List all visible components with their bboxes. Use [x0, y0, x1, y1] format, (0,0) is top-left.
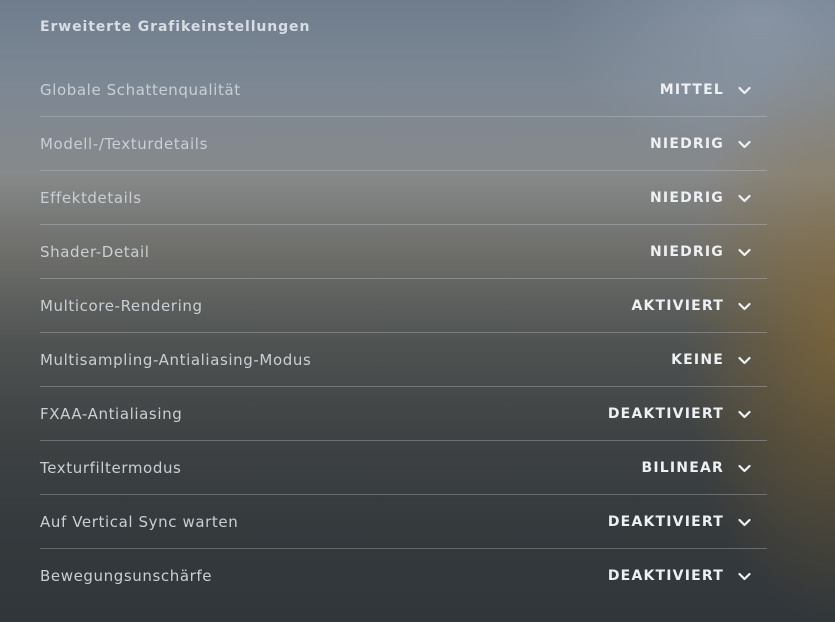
setting-label: Effektdetails [40, 189, 142, 207]
setting-label: Bewegungsunschärfe [40, 567, 213, 585]
setting-label: Shader-Detail [40, 243, 150, 261]
setting-row-model-texture-detail: Modell-/Texturdetails NIEDRIG [40, 117, 767, 171]
setting-label: Globale Schattenqualität [40, 81, 241, 99]
setting-row-fxaa: FXAA-Antialiasing DEAKTIVIERT [40, 387, 767, 441]
chevron-down-icon [738, 518, 751, 527]
setting-value: AKTIVIERT [631, 298, 724, 314]
setting-dropdown-msaa-mode[interactable]: KEINE [671, 345, 751, 375]
settings-list: Globale Schattenqualität MITTEL Modell-/… [40, 63, 767, 602]
setting-dropdown-texture-filter-mode[interactable]: BILINEAR [641, 453, 751, 483]
setting-label: Modell-/Texturdetails [40, 135, 208, 153]
setting-row-global-shadow-quality: Globale Schattenqualität MITTEL [40, 63, 767, 117]
setting-value: DEAKTIVIERT [607, 406, 724, 422]
setting-row-vertical-sync: Auf Vertical Sync warten DEAKTIVIERT [40, 495, 767, 549]
setting-dropdown-fxaa[interactable]: DEAKTIVIERT [608, 399, 751, 429]
setting-value: NIEDRIG [650, 190, 724, 206]
setting-dropdown-multicore-rendering[interactable]: AKTIVIERT [631, 291, 751, 321]
setting-value: DEAKTIVIERT [607, 514, 724, 530]
setting-row-effect-detail: Effektdetails NIEDRIG [40, 171, 767, 225]
setting-dropdown-vertical-sync[interactable]: DEAKTIVIERT [608, 507, 751, 537]
chevron-down-icon [738, 410, 751, 419]
chevron-down-icon [738, 302, 751, 311]
section-title: Erweiterte Grafikeinstellungen [40, 19, 311, 35]
chevron-down-icon [738, 140, 751, 149]
chevron-down-icon [738, 572, 751, 581]
setting-label: Multisampling-Antialiasing-Modus [40, 351, 312, 369]
setting-value: MITTEL [659, 82, 724, 98]
setting-value: DEAKTIVIERT [607, 568, 724, 584]
setting-value: NIEDRIG [650, 136, 724, 152]
setting-label: Auf Vertical Sync warten [40, 513, 239, 531]
setting-row-texture-filter-mode: Texturfiltermodus BILINEAR [40, 441, 767, 495]
setting-row-motion-blur: Bewegungsunschärfe DEAKTIVIERT [40, 549, 767, 602]
setting-dropdown-motion-blur[interactable]: DEAKTIVIERT [608, 561, 751, 591]
setting-row-shader-detail: Shader-Detail NIEDRIG [40, 225, 767, 279]
chevron-down-icon [738, 86, 751, 95]
setting-dropdown-model-texture-detail[interactable]: NIEDRIG [650, 129, 751, 159]
setting-value: NIEDRIG [650, 244, 724, 260]
setting-label: FXAA-Antialiasing [40, 405, 183, 423]
setting-label: Multicore-Rendering [40, 297, 203, 315]
chevron-down-icon [738, 248, 751, 257]
setting-dropdown-global-shadow-quality[interactable]: MITTEL [660, 75, 751, 105]
chevron-down-icon [738, 356, 751, 365]
setting-value: KEINE [671, 352, 724, 368]
setting-label: Texturfiltermodus [40, 459, 182, 477]
setting-dropdown-effect-detail[interactable]: NIEDRIG [650, 183, 751, 213]
setting-row-msaa-mode: Multisampling-Antialiasing-Modus KEINE [40, 333, 767, 387]
setting-value: BILINEAR [641, 460, 724, 476]
setting-dropdown-shader-detail[interactable]: NIEDRIG [650, 237, 751, 267]
chevron-down-icon [738, 464, 751, 473]
chevron-down-icon [738, 194, 751, 203]
setting-row-multicore-rendering: Multicore-Rendering AKTIVIERT [40, 279, 767, 333]
